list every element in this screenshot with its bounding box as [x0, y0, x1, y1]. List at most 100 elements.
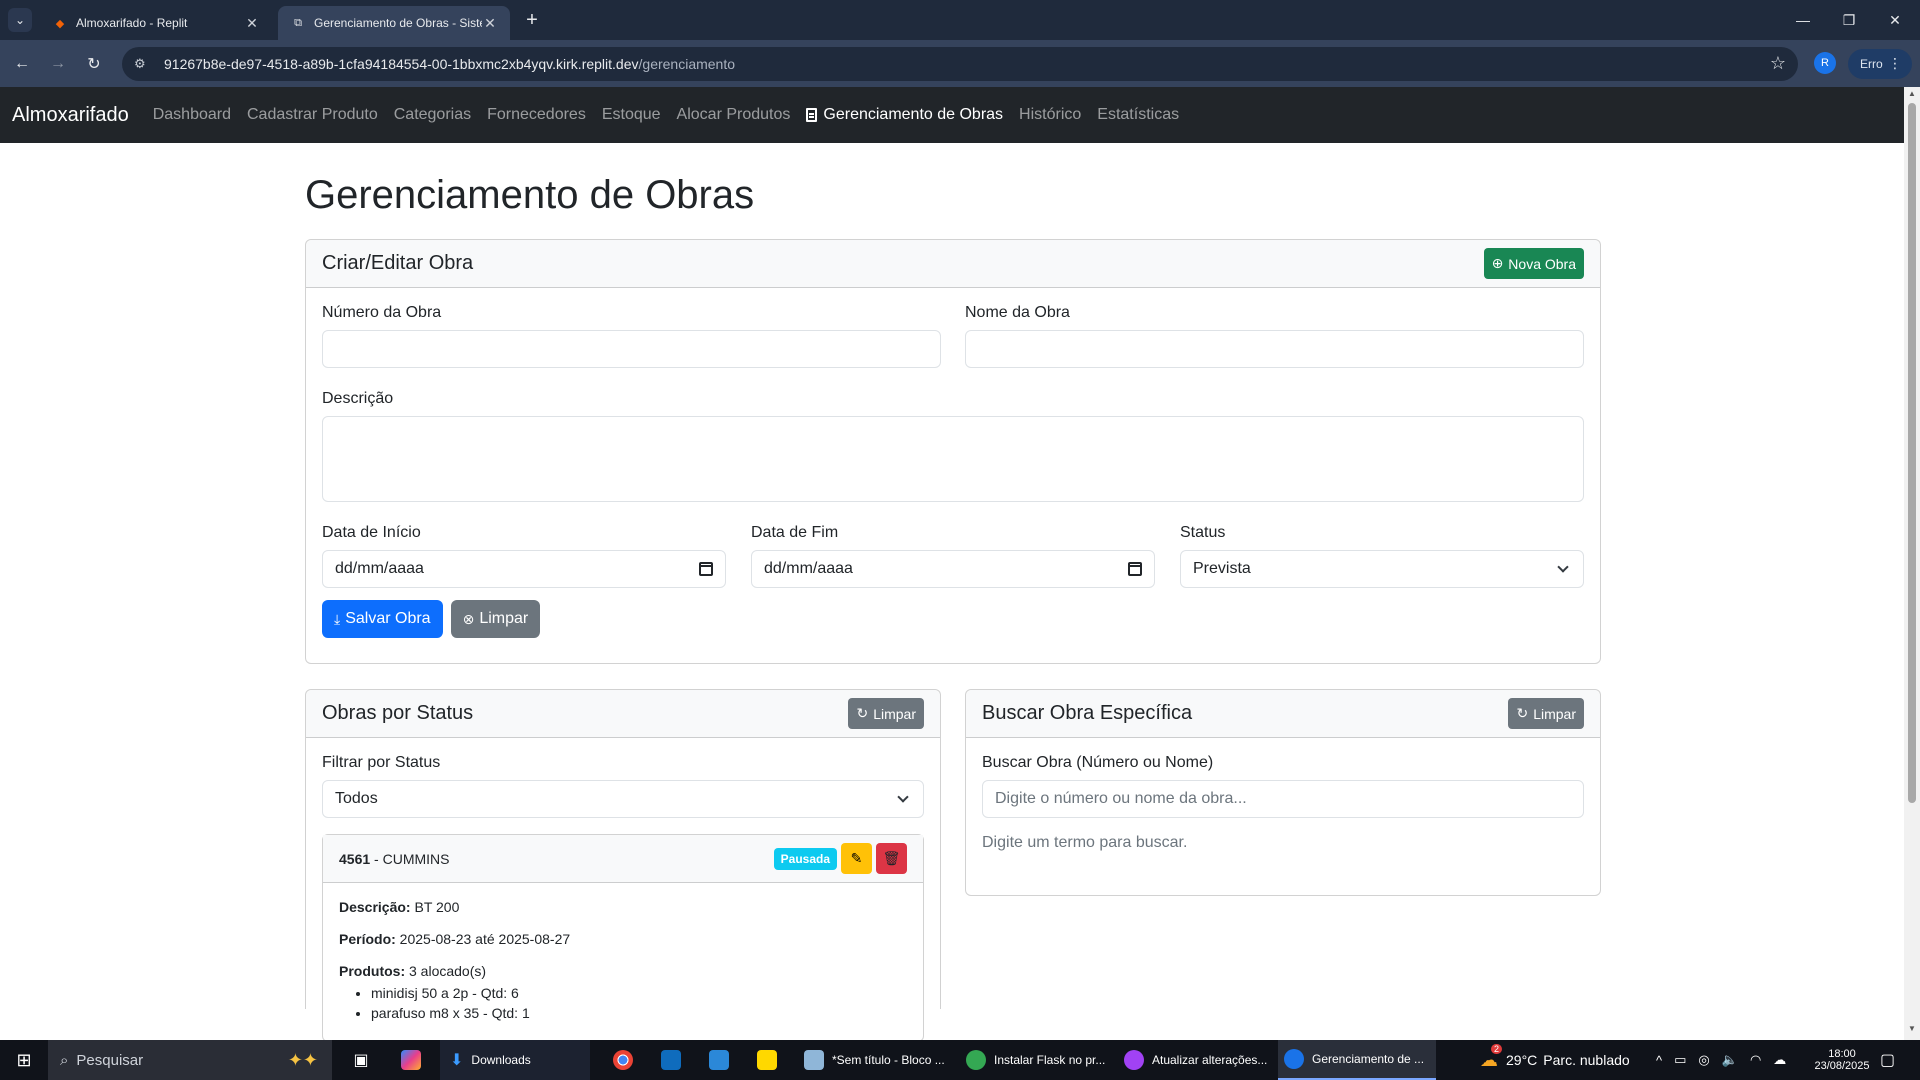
- tray-app-icon[interactable]: ◎: [1698, 1052, 1709, 1068]
- salvar-obra-button[interactable]: ⤓ Salvar Obra: [322, 600, 443, 638]
- clock-date: 23/08/2025: [1814, 1060, 1870, 1072]
- clock-time: 18:00: [1828, 1048, 1856, 1060]
- close-window-button[interactable]: ✕: [1872, 0, 1918, 40]
- wifi-icon[interactable]: ◠: [1750, 1052, 1761, 1068]
- status-select[interactable]: Prevista: [1180, 550, 1584, 588]
- chrome-profile-icon: [1124, 1050, 1144, 1070]
- restore-button[interactable]: ❐: [1826, 0, 1872, 40]
- chrome-profile-icon: [966, 1050, 986, 1070]
- obra-periodo: Período: 2025-08-23 até 2025-08-27: [339, 931, 907, 947]
- nav-cadastrar-produto[interactable]: Cadastrar Produto: [247, 106, 378, 124]
- scroll-down-icon[interactable]: ▼: [1904, 1024, 1920, 1038]
- files-taskbar-icon[interactable]: [704, 1040, 734, 1080]
- chrome-taskbar-icon[interactable]: [608, 1040, 638, 1080]
- error-button[interactable]: Erro ⋮: [1848, 49, 1912, 79]
- taskbar-search[interactable]: ⌕ Pesquisar ✦✦: [48, 1040, 332, 1080]
- nome-input[interactable]: [965, 330, 1584, 368]
- filter-status-select[interactable]: Todos: [322, 780, 924, 818]
- obra-item-body: Descrição: BT 200 Período: 2025-08-23 at…: [323, 883, 923, 1041]
- tray-chevron-up-icon[interactable]: ^: [1656, 1053, 1662, 1068]
- browser-tab-replit[interactable]: ◆ Almoxarifado - Replit ✕: [40, 6, 272, 40]
- tab-search-button[interactable]: ⌄: [8, 8, 32, 32]
- weather-widget[interactable]: ☁ 2 29°C Parc. nublado: [1480, 1040, 1630, 1080]
- edit-pencil-icon[interactable]: ✎: [841, 843, 872, 874]
- outlook-taskbar-icon[interactable]: [656, 1040, 686, 1080]
- address-bar[interactable]: ⚙ 91267b8e-de97-4518-a89b-1cfa94184554-0…: [122, 47, 1798, 81]
- obra-nome: CUMMINS: [382, 850, 450, 867]
- taskbar-downloads[interactable]: ⬇ Downloads: [440, 1040, 590, 1080]
- descricao-label: Descrição: [322, 390, 394, 407]
- chevron-down-icon: [897, 791, 909, 803]
- page-scrollbar[interactable]: ▲ ▼: [1904, 87, 1920, 1040]
- delete-trash-icon[interactable]: 🗑: [876, 843, 907, 874]
- download-save-icon: ⤓: [334, 610, 341, 627]
- numero-input[interactable]: [322, 330, 941, 368]
- browser-tabbar: ⌄ ◆ Almoxarifado - Replit ✕ ⧉ Gerenciame…: [0, 0, 1920, 40]
- data-fim-value: dd/mm/aaaa: [764, 560, 853, 577]
- minimize-button[interactable]: —: [1780, 0, 1826, 40]
- nav-estatisticas[interactable]: Estatísticas: [1097, 106, 1179, 124]
- volume-muted-icon[interactable]: 🔈: [1722, 1052, 1738, 1068]
- forward-arrow-icon[interactable]: →: [44, 50, 72, 78]
- taskbar-notepad[interactable]: *Sem título - Bloco ...: [798, 1040, 948, 1080]
- close-tab-icon[interactable]: ✕: [482, 15, 498, 32]
- close-tab-icon[interactable]: ✕: [244, 15, 260, 32]
- limpar-form-button[interactable]: ⊗ Limpar: [450, 600, 541, 638]
- calendar-icon[interactable]: [699, 562, 713, 576]
- limpar-busca-button[interactable]: ↻ Limpar: [1508, 698, 1584, 729]
- bookmark-star-icon[interactable]: ☆: [1770, 53, 1786, 74]
- produtos-count: 3 alocado(s): [409, 963, 487, 979]
- search-card-header: Buscar Obra Específica ↻ Limpar: [966, 690, 1600, 738]
- taskbar-chrome-gerenciamento[interactable]: Gerenciamento de ...: [1278, 1040, 1436, 1080]
- search-card-body: Buscar Obra (Número ou Nome) Digite o nú…: [966, 738, 1600, 868]
- nav-alocar-produtos[interactable]: Alocar Produtos: [677, 106, 791, 124]
- descricao-textarea[interactable]: [322, 416, 1584, 502]
- data-inicio-label: Data de Início: [322, 524, 421, 541]
- obra-item: 4561 - CUMMINS Pausada ✎ 🗑 Descrição: BT…: [322, 834, 924, 1042]
- copilot-app-icon[interactable]: [396, 1040, 426, 1080]
- obra-actions: Pausada ✎ 🗑: [773, 843, 907, 874]
- data-inicio-input[interactable]: dd/mm/aaaa: [322, 550, 726, 588]
- scroll-up-icon[interactable]: ▲: [1904, 89, 1920, 103]
- periodo-key: Período:: [339, 931, 396, 947]
- descricao-value: BT 200: [414, 899, 460, 915]
- windows-start-icon[interactable]: ⊞: [10, 1040, 38, 1080]
- system-tray: ^ ▭ ◎ 🔈 ◠ ☁: [1656, 1040, 1786, 1080]
- taskbar-chrome-flask[interactable]: Instalar Flask no pr...: [960, 1040, 1110, 1080]
- nav-estoque[interactable]: Estoque: [602, 106, 661, 124]
- status-select-value: Prevista: [1193, 560, 1251, 577]
- nav-fornecedores[interactable]: Fornecedores: [487, 106, 586, 124]
- taskbar-item-label: Atualizar alterações...: [1152, 1053, 1268, 1067]
- produto-item: parafuso m8 x 35 - Qtd: 1: [371, 1005, 907, 1021]
- status-card-body: Filtrar por Status Todos 4561 - CUMMINS …: [306, 738, 940, 1058]
- clipboard-icon: [806, 108, 818, 122]
- onedrive-cloud-icon[interactable]: ☁: [1773, 1052, 1786, 1068]
- calendar-icon[interactable]: [1128, 562, 1142, 576]
- search-input[interactable]: Digite o número ou nome da obra...: [982, 780, 1584, 818]
- more-menu-icon[interactable]: ⋮: [1888, 55, 1902, 72]
- nav-dashboard[interactable]: Dashboard: [153, 106, 231, 124]
- status-card-header: Obras por Status ↻ Limpar: [306, 690, 940, 738]
- tray-meet-icon[interactable]: ▭: [1674, 1052, 1686, 1068]
- clock[interactable]: 18:00 23/08/2025: [1812, 1040, 1872, 1080]
- nav-gerenciamento-obras[interactable]: Gerenciamento de Obras: [806, 106, 1003, 124]
- nova-obra-button[interactable]: ⊕ Nova Obra: [1483, 248, 1584, 279]
- site-info-icon[interactable]: ⚙: [134, 56, 154, 72]
- search-card-title: Buscar Obra Específica: [982, 702, 1193, 724]
- taskbar-chrome-atualizar[interactable]: Atualizar alterações...: [1118, 1040, 1268, 1080]
- data-fim-input[interactable]: dd/mm/aaaa: [751, 550, 1155, 588]
- limpar-status-button[interactable]: ↻ Limpar: [848, 698, 924, 729]
- browser-tab-gerenciamento[interactable]: ⧉ Gerenciamento de Obras - Siste ✕: [278, 6, 510, 40]
- taskbar-search-label: Pesquisar: [76, 1051, 144, 1069]
- notifications-icon[interactable]: ▢: [1880, 1040, 1895, 1080]
- back-arrow-icon[interactable]: ←: [8, 50, 36, 78]
- nav-categorias[interactable]: Categorias: [394, 106, 471, 124]
- brand-link[interactable]: Almoxarifado: [12, 104, 129, 127]
- task-view-icon[interactable]: ▣: [346, 1040, 376, 1080]
- nav-historico[interactable]: Histórico: [1019, 106, 1081, 124]
- sticky-notes-taskbar-icon[interactable]: [752, 1040, 782, 1080]
- scrollbar-thumb[interactable]: [1908, 103, 1916, 803]
- new-tab-button[interactable]: +: [520, 8, 544, 32]
- profile-avatar[interactable]: R: [1814, 52, 1836, 74]
- reload-icon[interactable]: ↻: [80, 50, 108, 78]
